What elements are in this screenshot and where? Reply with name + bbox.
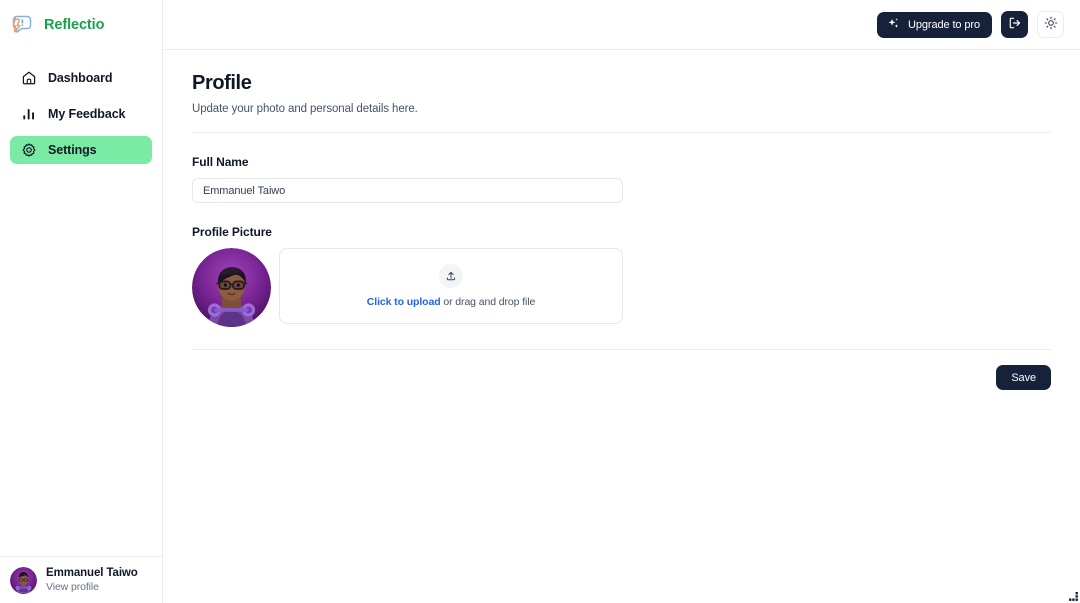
upload-dropzone[interactable]: Click to upload or drag and drop file: [279, 248, 623, 324]
profile-avatar: [192, 248, 271, 327]
sidebar-item-label: My Feedback: [48, 107, 126, 121]
drag-drop-hint: or drag and drop file: [440, 296, 536, 308]
bar-chart-icon: [21, 106, 37, 122]
sidebar-item-dashboard[interactable]: Dashboard: [10, 64, 152, 92]
form-actions: Save: [192, 365, 1051, 390]
sidebar-user-card[interactable]: Emmanuel Taiwo View profile: [0, 556, 162, 603]
logout-icon: [1008, 16, 1022, 33]
brand-name: Reflectio: [44, 17, 105, 33]
sidebar-user-subtitle: View profile: [46, 580, 99, 593]
save-button[interactable]: Save: [996, 365, 1051, 390]
main-area: Upgrade to pro Profile Update your photo…: [163, 0, 1080, 603]
click-to-upload-link[interactable]: Click to upload: [367, 296, 441, 308]
sidebar-item-label: Settings: [48, 143, 97, 157]
resize-handle[interactable]: [1066, 589, 1079, 602]
profile-content: Profile Update your photo and personal d…: [163, 50, 1080, 390]
upgrade-to-pro-button[interactable]: Upgrade to pro: [877, 11, 992, 38]
sidebar-item-settings[interactable]: Settings: [10, 136, 152, 164]
avatar: [10, 566, 37, 594]
upload-icon: [439, 264, 463, 288]
logout-button[interactable]: [1001, 11, 1028, 38]
sidebar-user-meta: Emmanuel Taiwo View profile: [46, 566, 138, 594]
topbar: Upgrade to pro: [163, 0, 1080, 50]
theme-toggle-button[interactable]: [1037, 11, 1064, 38]
sidebar-item-my-feedback[interactable]: My Feedback: [10, 100, 152, 128]
sidebar-user-name: Emmanuel Taiwo: [46, 567, 138, 580]
sparkles-icon: [887, 17, 900, 33]
divider-top: [192, 132, 1051, 133]
profile-picture-row: Click to upload or drag and drop file: [192, 248, 1051, 327]
brand[interactable]: Reflectio: [0, 0, 162, 50]
page-title: Profile: [192, 72, 252, 94]
app-root: Reflectio Dashboard My Feedback Settings…: [0, 0, 1080, 603]
profile-picture-label: Profile Picture: [192, 225, 272, 239]
full-name-group: Full Name: [192, 155, 1051, 203]
home-icon: [21, 70, 37, 86]
dropzone-text: Click to upload or drag and drop file: [367, 296, 536, 308]
divider-bottom: [192, 349, 1051, 350]
full-name-input[interactable]: [192, 178, 623, 203]
sidebar-item-label: Dashboard: [48, 71, 113, 85]
speech-bubble-alert-icon: [10, 12, 36, 38]
profile-picture-group: Profile Picture Click to upload or drag …: [192, 225, 1051, 327]
gear-icon: [21, 142, 37, 158]
sidebar: Reflectio Dashboard My Feedback Settings…: [0, 0, 163, 603]
upgrade-to-pro-label: Upgrade to pro: [908, 18, 980, 31]
full-name-label: Full Name: [192, 155, 249, 169]
sun-icon: [1044, 16, 1058, 33]
page-subtitle: Update your photo and personal details h…: [192, 103, 418, 115]
sidebar-nav: Dashboard My Feedback Settings: [0, 64, 162, 164]
